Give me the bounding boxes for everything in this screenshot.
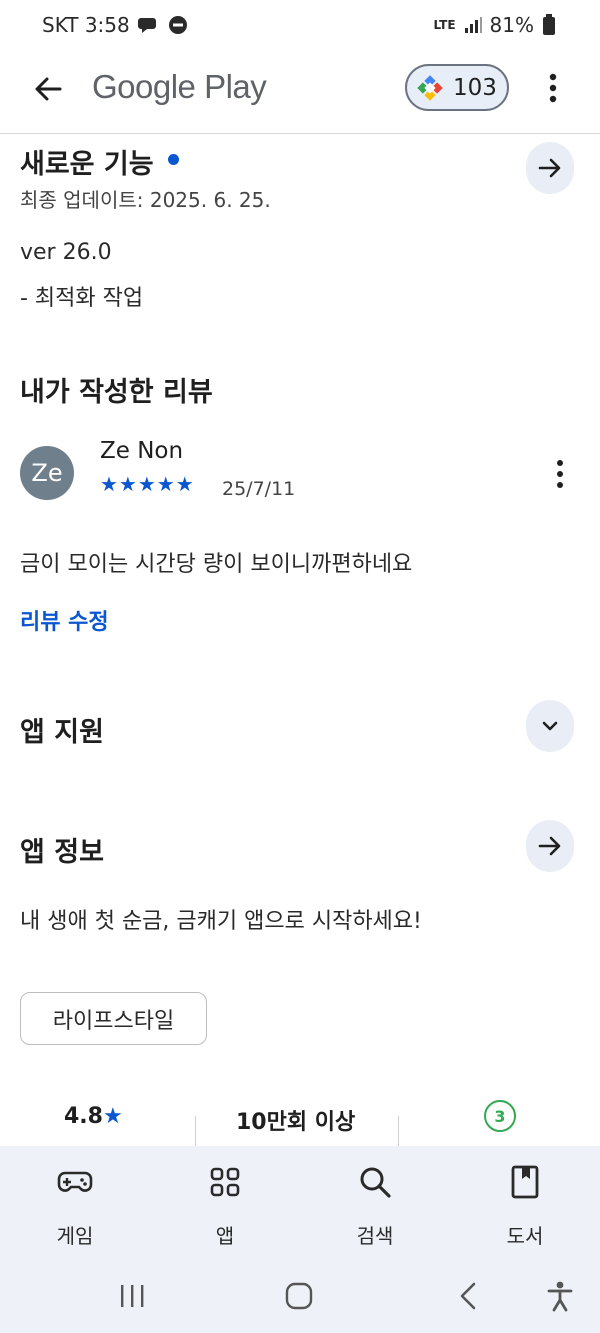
play-points-chip[interactable]: 103 xyxy=(405,64,509,111)
recent-apps-icon xyxy=(121,1285,144,1307)
book-icon xyxy=(507,1164,543,1200)
edit-review-link[interactable]: 리뷰 수정 xyxy=(20,604,109,636)
bottom-navigation: 게임 앱 검색 도서 xyxy=(0,1146,600,1260)
downloads-value: 10만회 이상 xyxy=(236,1110,356,1135)
whats-new-title: 새로운 기능 xyxy=(20,149,154,180)
nav-search[interactable]: 검색 xyxy=(300,1146,450,1260)
rating-value: 4.8★ xyxy=(64,1104,123,1129)
app-support-expand-button[interactable] xyxy=(526,700,574,752)
home-button[interactable] xyxy=(281,1278,317,1314)
star-icon: ★ xyxy=(102,1104,123,1129)
accessibility-button[interactable] xyxy=(542,1278,578,1314)
nav-books-label: 도서 xyxy=(506,1224,544,1248)
gamepad-icon xyxy=(57,1164,93,1200)
app-description: 내 생애 첫 순금, 금캐기 앱으로 시작하세요! xyxy=(20,909,422,934)
app-bar: Google Play 103 xyxy=(0,56,600,134)
version-text: ver 26.0 xyxy=(20,240,112,265)
nav-apps-label: 앱 xyxy=(215,1224,235,1248)
arrow-back-icon xyxy=(35,77,62,101)
stats-row: 4.8★ 10만회 이상 3 xyxy=(0,1090,600,1156)
nav-games-label: 게임 xyxy=(56,1224,94,1248)
review-date: 25/7/11 xyxy=(222,478,296,500)
chevron-down-icon xyxy=(542,721,558,731)
whats-new-section: 새로운 기능 최종 업데이트: 2025. 6. 25. ver 26.0 - … xyxy=(0,134,600,314)
system-back-button[interactable] xyxy=(450,1278,486,1314)
nav-search-label: 검색 xyxy=(356,1224,394,1248)
chat-bubble-icon xyxy=(137,18,156,33)
nav-apps[interactable]: 앱 xyxy=(150,1146,300,1260)
whats-new-arrow-button[interactable] xyxy=(526,142,574,194)
update-note: - 최적화 작업 xyxy=(20,286,144,311)
more-options-button[interactable] xyxy=(540,68,566,108)
review-more-button[interactable] xyxy=(548,456,572,492)
app-info-title: 앱 정보 xyxy=(20,837,104,868)
google-play-logo: Google Play xyxy=(92,68,267,105)
avatar: Ze xyxy=(20,446,74,500)
last-updated-text: 최종 업데이트: 2025. 6. 25. xyxy=(20,188,271,212)
points-count: 103 xyxy=(453,74,497,101)
rating-number: 4.8 xyxy=(64,1104,103,1129)
home-icon xyxy=(285,1282,313,1310)
category-chip[interactable]: 라이프스타일 xyxy=(20,992,207,1045)
reviewer-name: Ze Non xyxy=(100,438,184,464)
nav-games[interactable]: 게임 xyxy=(0,1146,150,1260)
nav-books[interactable]: 도서 xyxy=(450,1146,600,1260)
app-info-arrow-button[interactable] xyxy=(526,820,574,872)
search-icon xyxy=(357,1164,393,1200)
accessibility-icon xyxy=(547,1281,573,1312)
more-vert-icon xyxy=(549,73,557,103)
do-not-disturb-icon xyxy=(168,16,187,34)
my-review-title: 내가 작성한 리뷰 xyxy=(20,377,213,408)
new-indicator-dot xyxy=(167,154,179,165)
recent-apps-button[interactable] xyxy=(114,1278,150,1314)
review-text: 금이 모이는 시간당 량이 보이니까편하네요 xyxy=(20,552,413,577)
chevron-left-icon xyxy=(460,1282,476,1310)
battery-icon xyxy=(543,14,555,35)
star-rating: ★★★★★ xyxy=(100,472,195,496)
status-bar: SKT 3:58 LTE 81% xyxy=(0,0,600,56)
system-navigation-bar xyxy=(0,1260,600,1333)
arrow-forward-icon xyxy=(538,158,561,178)
signal-icon xyxy=(464,17,482,33)
apps-grid-icon xyxy=(207,1164,243,1200)
age-rating-badge: 3 xyxy=(484,1100,516,1132)
app-support-title: 앱 지원 xyxy=(20,717,104,748)
status-time: SKT 3:58 xyxy=(42,13,130,37)
more-vert-icon xyxy=(557,460,563,488)
back-button[interactable] xyxy=(28,69,68,109)
play-points-icon xyxy=(417,74,443,101)
battery-percent: 81% xyxy=(489,13,534,37)
arrow-forward-icon xyxy=(538,836,561,856)
network-type: LTE xyxy=(433,18,456,32)
